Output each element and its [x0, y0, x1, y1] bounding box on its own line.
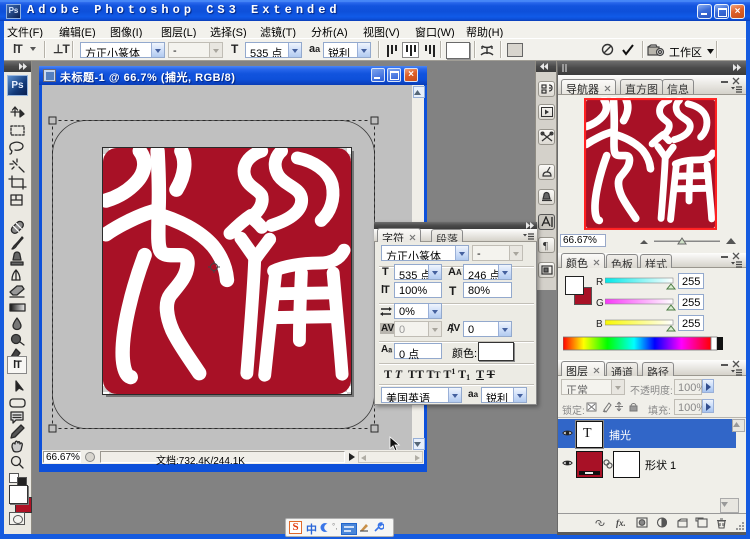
- svg-text:¶: ¶: [543, 240, 548, 251]
